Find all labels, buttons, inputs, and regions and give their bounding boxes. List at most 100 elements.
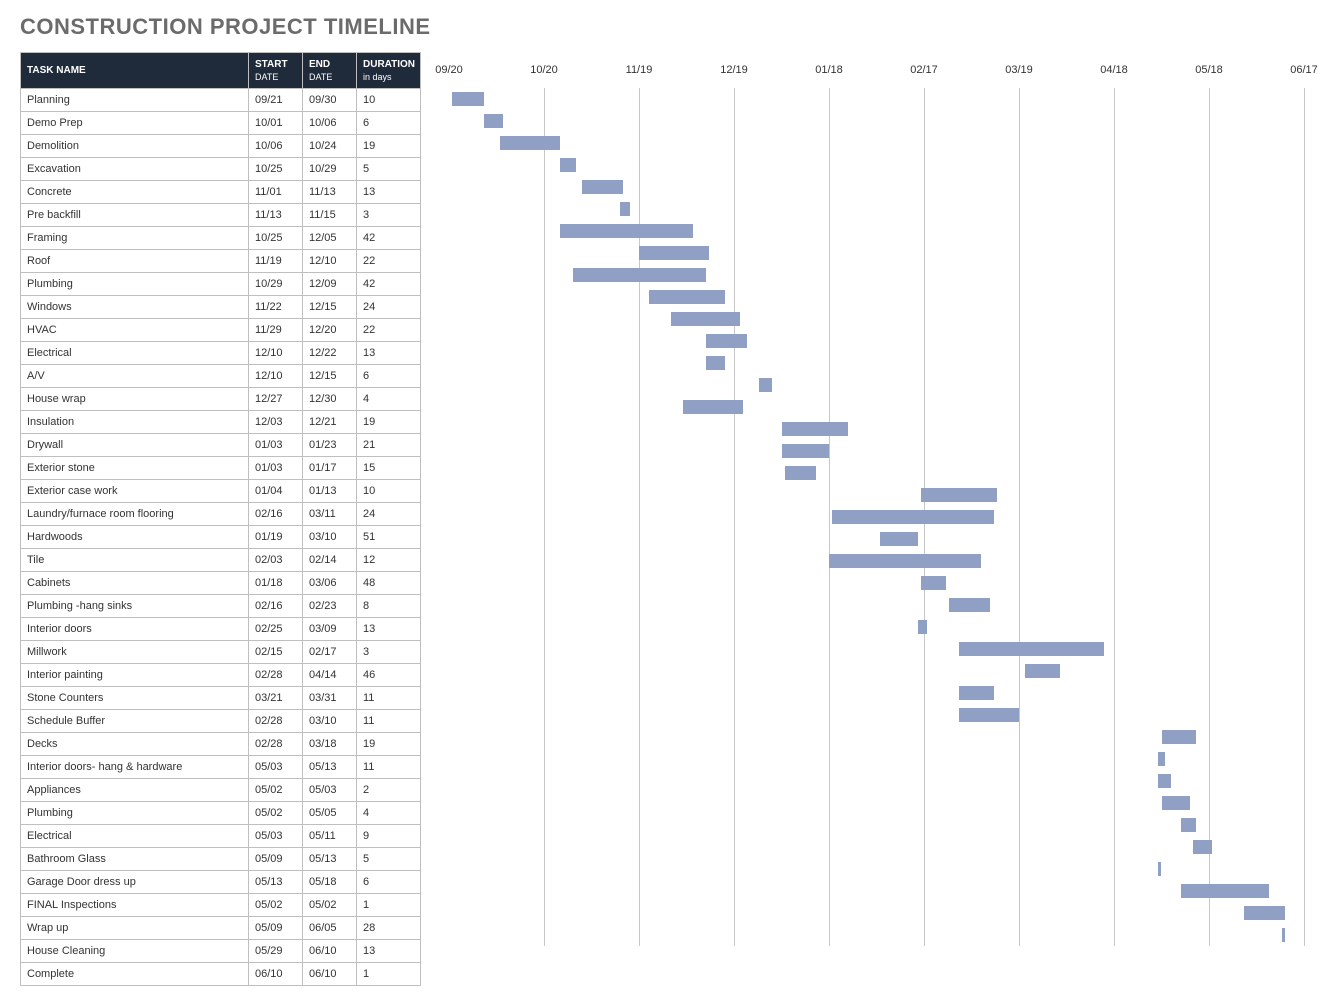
cell-start: 01/03	[249, 457, 303, 480]
gantt-row	[449, 462, 1303, 484]
cell-start: 01/18	[249, 572, 303, 595]
table-row: Pre backfill11/1311/153	[21, 204, 421, 227]
cell-dur: 4	[357, 802, 421, 825]
gantt-row	[449, 814, 1303, 836]
table-row: Plumbing05/0205/054	[21, 802, 421, 825]
cell-end: 05/03	[303, 779, 357, 802]
cell-dur: 24	[357, 296, 421, 319]
table-row: Framing10/2512/0542	[21, 227, 421, 250]
gantt-bar	[959, 708, 1019, 722]
cell-name: Interior doors	[21, 618, 249, 641]
cell-dur: 8	[357, 595, 421, 618]
cell-dur: 3	[357, 204, 421, 227]
gantt-bar	[706, 356, 725, 370]
gantt-bar	[500, 136, 560, 150]
gantt-row	[449, 154, 1303, 176]
cell-end: 05/18	[303, 871, 357, 894]
cell-dur: 13	[357, 342, 421, 365]
table-row: Planning09/2109/3010	[21, 89, 421, 112]
axis-tick: 02/17	[910, 64, 938, 76]
cell-end: 12/22	[303, 342, 357, 365]
cell-name: Laundry/furnace room flooring	[21, 503, 249, 526]
cell-dur: 1	[357, 894, 421, 917]
cell-dur: 48	[357, 572, 421, 595]
table-row: Stone Counters03/2103/3111	[21, 687, 421, 710]
cell-dur: 19	[357, 411, 421, 434]
cell-dur: 5	[357, 158, 421, 181]
cell-start: 02/28	[249, 710, 303, 733]
gantt-row	[449, 220, 1303, 242]
cell-name: Hardwoods	[21, 526, 249, 549]
cell-start: 05/03	[249, 756, 303, 779]
gantt-bar	[620, 202, 630, 216]
cell-dur: 21	[357, 434, 421, 457]
cell-dur: 22	[357, 250, 421, 273]
cell-name: Schedule Buffer	[21, 710, 249, 733]
cell-end: 03/31	[303, 687, 357, 710]
cell-end: 03/10	[303, 710, 357, 733]
cell-name: Wrap up	[21, 917, 249, 940]
cell-name: Insulation	[21, 411, 249, 434]
cell-dur: 3	[357, 641, 421, 664]
gantt-row	[449, 132, 1303, 154]
gantt-row	[449, 770, 1303, 792]
table-row: House Cleaning05/2906/1013	[21, 940, 421, 963]
table-row: Decks02/2803/1819	[21, 733, 421, 756]
cell-name: Complete	[21, 963, 249, 986]
table-row: FINAL Inspections05/0205/021	[21, 894, 421, 917]
table-row: Demolition10/0610/2419	[21, 135, 421, 158]
gantt-bar	[560, 224, 693, 238]
cell-dur: 19	[357, 733, 421, 756]
table-row: Complete06/1006/101	[21, 963, 421, 986]
gantt-row	[449, 88, 1303, 110]
gantt-bar	[582, 180, 623, 194]
cell-name: House wrap	[21, 388, 249, 411]
gantt-bar	[1158, 752, 1164, 766]
axis-tick: 01/18	[815, 64, 843, 76]
table-row: Appliances05/0205/032	[21, 779, 421, 802]
gantt-bar	[706, 334, 747, 348]
gantt-bar	[959, 686, 994, 700]
table-row: Exterior stone01/0301/1715	[21, 457, 421, 480]
gantt-bar	[671, 312, 741, 326]
gantt-bar	[573, 268, 706, 282]
cell-name: Planning	[21, 89, 249, 112]
cell-dur: 19	[357, 135, 421, 158]
cell-name: Garage Door dress up	[21, 871, 249, 894]
gantt-row	[449, 616, 1303, 638]
cell-end: 10/06	[303, 112, 357, 135]
cell-start: 11/29	[249, 319, 303, 342]
cell-end: 09/30	[303, 89, 357, 112]
cell-end: 12/10	[303, 250, 357, 273]
cell-dur: 10	[357, 89, 421, 112]
cell-name: Millwork	[21, 641, 249, 664]
cell-name: Electrical	[21, 342, 249, 365]
cell-dur: 6	[357, 871, 421, 894]
gantt-row	[449, 418, 1303, 440]
cell-dur: 42	[357, 227, 421, 250]
gantt-bar	[1162, 730, 1197, 744]
cell-start: 01/03	[249, 434, 303, 457]
cell-end: 12/15	[303, 296, 357, 319]
cell-dur: 10	[357, 480, 421, 503]
table-row: Interior painting02/2804/1446	[21, 664, 421, 687]
cell-name: Plumbing	[21, 802, 249, 825]
gantt-row	[449, 330, 1303, 352]
gantt-row	[449, 308, 1303, 330]
cell-dur: 2	[357, 779, 421, 802]
cell-dur: 11	[357, 710, 421, 733]
cell-name: Stone Counters	[21, 687, 249, 710]
table-row: Schedule Buffer02/2803/1011	[21, 710, 421, 733]
gantt-bar	[1162, 796, 1191, 810]
gantt-row	[449, 506, 1303, 528]
cell-name: Plumbing	[21, 273, 249, 296]
cell-end: 03/18	[303, 733, 357, 756]
cell-end: 12/05	[303, 227, 357, 250]
cell-start: 12/03	[249, 411, 303, 434]
cell-start: 02/15	[249, 641, 303, 664]
table-row: Laundry/furnace room flooring02/1603/112…	[21, 503, 421, 526]
cell-start: 10/29	[249, 273, 303, 296]
cell-dur: 12	[357, 549, 421, 572]
cell-end: 02/23	[303, 595, 357, 618]
cell-start: 02/16	[249, 503, 303, 526]
